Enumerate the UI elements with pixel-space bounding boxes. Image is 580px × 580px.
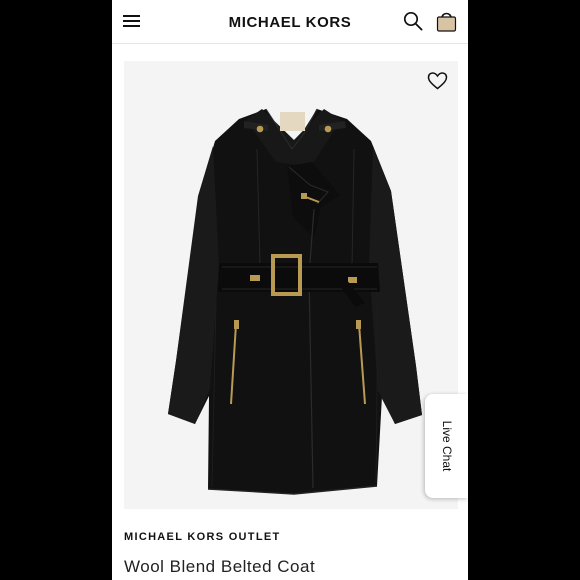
shopping-bag-icon[interactable]: [436, 10, 457, 32]
live-chat-label: Live Chat: [439, 420, 454, 472]
header-spacer: [112, 44, 468, 53]
coat-product-image: [168, 108, 422, 495]
search-icon[interactable]: [403, 11, 423, 31]
favorite-heart-icon[interactable]: [427, 71, 448, 91]
live-chat-button[interactable]: Live Chat: [425, 394, 468, 498]
mobile-screen: MICHAEL KORS Live Chat MICHAEL KORS OUTL…: [112, 0, 468, 580]
site-header: MICHAEL KORS: [112, 0, 468, 44]
product-store-name: MICHAEL KORS OUTLET: [124, 531, 281, 543]
product-image-card[interactable]: [124, 61, 458, 509]
product-title[interactable]: Wool Blend Belted Coat: [124, 557, 315, 577]
